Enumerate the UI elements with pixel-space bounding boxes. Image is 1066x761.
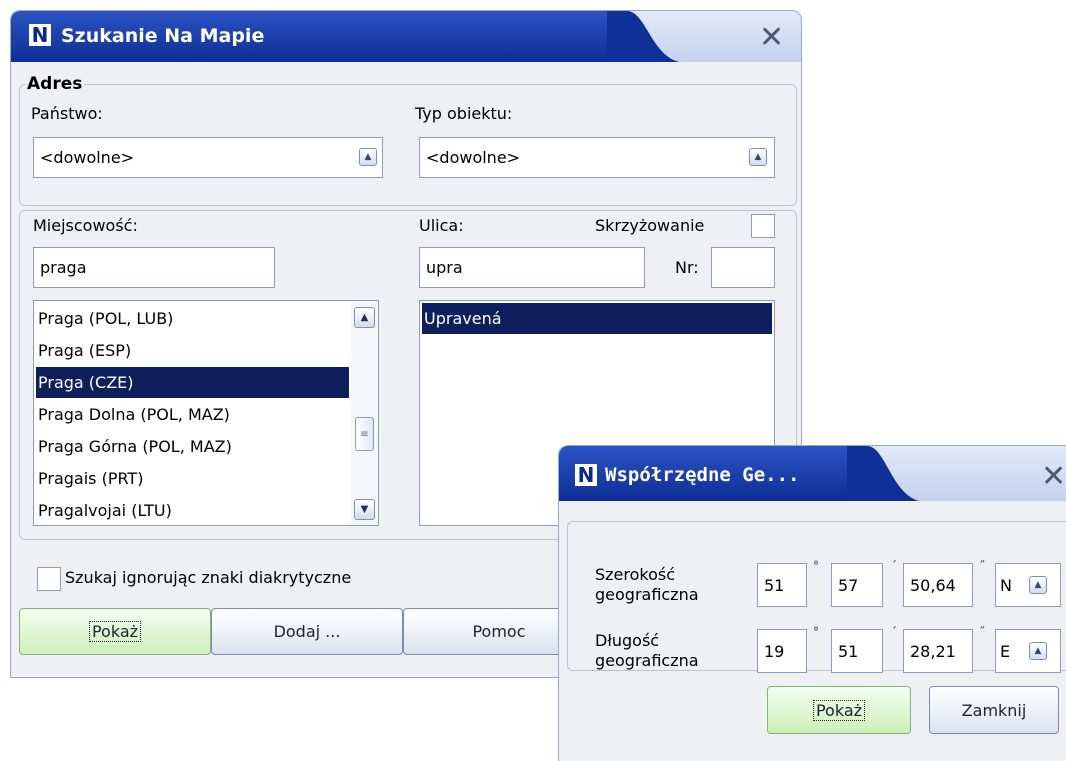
latitude-minutes-input[interactable]: 57	[831, 563, 883, 607]
longitude-seconds-input[interactable]: 28,21	[903, 629, 973, 673]
list-item[interactable]: Pragalvojai (LTU)	[36, 495, 376, 525]
scroll-down-icon[interactable]: ▼︎	[354, 499, 375, 520]
help-button-label: Pomoc	[472, 622, 526, 641]
degree-symbol: °	[813, 559, 819, 573]
geo-coordinates-window: N Współrzędne Ge... ✕ Szerokość geografi…	[558, 445, 1066, 761]
list-item-selected[interactable]: Upravená	[422, 303, 772, 334]
geo-titlebar[interactable]: N Współrzędne Ge... ✕	[558, 445, 1066, 501]
latitude-minutes-value: 57	[838, 575, 859, 595]
show-button[interactable]: Pokaż	[19, 608, 211, 655]
intersection-label: Skrzyżowanie	[595, 216, 705, 235]
city-input[interactable]: praga	[33, 247, 275, 288]
latitude-label-line2: geograficzna	[595, 585, 699, 604]
list-item[interactable]: Praga Dolna (POL, MAZ)	[36, 399, 376, 430]
longitude-minutes-input[interactable]: 51	[831, 629, 883, 673]
object-type-select[interactable]: <dowolne>	[419, 137, 775, 178]
longitude-degrees-input[interactable]: 19	[757, 629, 807, 673]
main-window-title: Szukanie Na Mapie	[61, 25, 265, 47]
main-titlebar[interactable]: N Szukanie Na Mapie ✕	[10, 10, 802, 62]
main-title-curve	[607, 11, 680, 62]
add-button[interactable]: Dodaj ...	[211, 608, 403, 655]
minute-symbol: ´	[891, 559, 897, 573]
country-select[interactable]: <dowolne>	[33, 137, 383, 178]
longitude-seconds-value: 28,21	[910, 641, 956, 661]
show-button-label: Pokaż	[88, 621, 142, 642]
city-input-value: praga	[40, 258, 87, 277]
geo-close-button-label: Zamknij	[961, 700, 1027, 720]
city-list[interactable]: Praga (POL, LUB) Praga (ESP) Praga (CZE)…	[33, 300, 379, 526]
ignore-diacritics-label: Szukaj ignorując znaki diakrytyczne	[65, 568, 352, 587]
street-input-value: upra	[426, 258, 463, 277]
longitude-label-line2: geograficzna	[595, 651, 699, 670]
list-item[interactable]: Praga Górna (POL, MAZ)	[36, 431, 376, 462]
country-select-value: <dowolne>	[40, 148, 135, 167]
street-input[interactable]: upra	[419, 247, 645, 288]
second-symbol: ˝	[979, 559, 985, 573]
geo-close-button[interactable]: Zamknij	[929, 686, 1059, 734]
list-item[interactable]: Praga (POL, LUB)	[36, 303, 376, 334]
longitude-hemisphere-dropdown-icon[interactable]: ▲︎	[1029, 642, 1047, 660]
list-item[interactable]: Praga (ESP)	[36, 335, 376, 366]
longitude-degrees-value: 19	[764, 641, 785, 661]
scroll-up-icon[interactable]: ▲︎	[354, 307, 375, 328]
latitude-seconds-value: 50,64	[910, 575, 956, 595]
longitude-hemisphere-select[interactable]: E	[995, 629, 1061, 673]
longitude-minutes-value: 51	[838, 641, 859, 661]
app-logo-icon: N	[29, 24, 51, 46]
add-button-label: Dodaj ...	[273, 622, 341, 641]
geo-close-icon[interactable]: ✕	[1041, 462, 1066, 492]
minute-symbol: ´	[891, 625, 897, 639]
degree-symbol: °	[813, 625, 819, 639]
longitude-hemisphere-value: E	[1000, 641, 1011, 661]
geo-show-button[interactable]: Pokaż	[767, 686, 911, 734]
latitude-degrees-input[interactable]: 51	[757, 563, 807, 607]
object-type-select-value: <dowolne>	[426, 148, 521, 167]
longitude-label: Długość geograficzna	[595, 631, 699, 671]
city-list-scrollbar[interactable]: ▲︎ ≡ ▼︎	[351, 301, 378, 525]
object-type-dropdown-icon[interactable]: ▲︎	[749, 148, 767, 166]
latitude-hemisphere-select[interactable]: N	[995, 563, 1061, 607]
ignore-diacritics-checkbox[interactable]	[37, 567, 61, 591]
longitude-label-line1: Długość	[595, 631, 660, 650]
city-label: Miejscowość:	[33, 216, 138, 235]
geo-title-curve	[847, 446, 921, 501]
geo-body: Szerokość geograficzna 51 ° 57 ´ 50,64 ˝…	[558, 501, 1066, 761]
geo-show-button-label: Pokaż	[812, 699, 866, 721]
address-group-title: Adres	[25, 74, 85, 94]
list-item[interactable]: Pragais (PRT)	[36, 463, 376, 494]
scroll-thumb[interactable]: ≡	[355, 417, 374, 451]
close-icon[interactable]: ✕	[759, 23, 784, 53]
country-label: Państwo:	[31, 104, 103, 123]
latitude-degrees-value: 51	[764, 575, 785, 595]
intersection-checkbox[interactable]	[751, 214, 775, 238]
country-dropdown-icon[interactable]: ▲︎	[359, 148, 377, 166]
latitude-hemisphere-dropdown-icon[interactable]: ▲︎	[1029, 576, 1047, 594]
list-item-selected[interactable]: Praga (CZE)	[36, 367, 349, 398]
geo-window-title: Współrzędne Ge...	[605, 464, 800, 486]
latitude-hemisphere-value: N	[1000, 575, 1012, 595]
street-label: Ulica:	[419, 216, 464, 235]
second-symbol: ˝	[979, 625, 985, 639]
latitude-label: Szerokość geograficzna	[595, 565, 699, 605]
number-input[interactable]	[711, 247, 775, 288]
latitude-seconds-input[interactable]: 50,64	[903, 563, 973, 607]
object-type-label: Typ obiektu:	[415, 104, 513, 123]
number-label: Nr:	[675, 258, 699, 277]
latitude-label-line1: Szerokość	[595, 565, 676, 584]
geo-logo-icon: N	[575, 464, 597, 486]
